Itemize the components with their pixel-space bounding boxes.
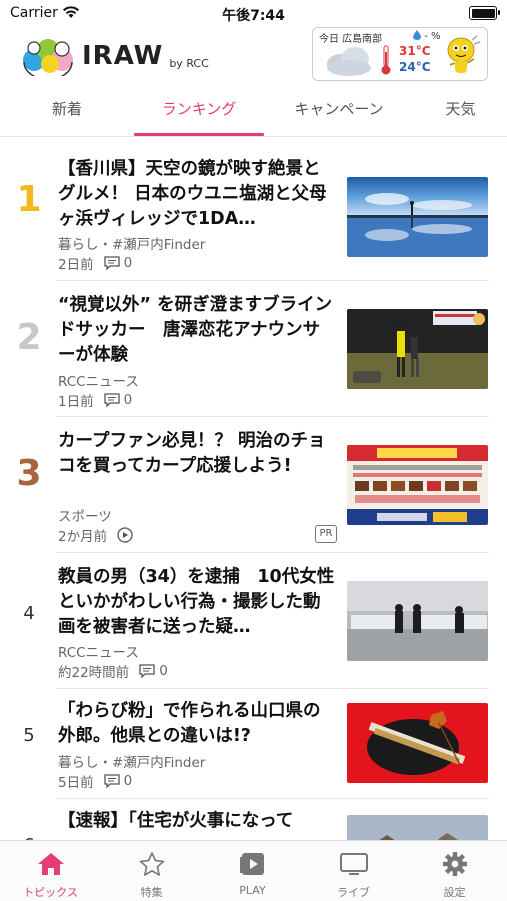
clock: 午後7:44 [222, 8, 285, 24]
article-meta: 約22時間前 0 [58, 661, 168, 681]
comment-count: 0 [159, 663, 168, 679]
battery-icon [469, 6, 500, 20]
play-icon [240, 853, 264, 875]
article-list[interactable]: 1 【香川県】天空の鏡が映す絶景とグルメ！ 日本のウユニ塩湖と父母ヶ浜ヴィレッジ… [0, 137, 507, 840]
tab-features[interactable]: 特集 [101, 841, 202, 901]
logo-text: IRAW [82, 41, 164, 71]
article-thumbnail [347, 309, 488, 389]
weather-rain-value: - % [424, 31, 441, 42]
article-item[interactable]: 5 「わらび粉」で作られる山口県の外郎。他県との違いは!? 暮らし・#瀬戸内Fi… [0, 689, 507, 799]
tab-label: 特集 [140, 886, 163, 899]
comment-icon [139, 664, 155, 678]
article-item[interactable]: 6 【速報】「住宅が火事になって [0, 799, 507, 840]
app-header: IRAW by RCC 今日 広島南部 - % 31°C 24°C [0, 27, 507, 86]
bottom-tab-bar: トピックス 特集 PLAY ライブ 設定 [0, 840, 507, 901]
category-tabs: 新着 ランキング キャンペーン 天気 [0, 86, 507, 137]
rank-number: 3 [16, 453, 42, 494]
tab-label: ライブ [337, 886, 370, 899]
weather-high-temp: 31°C [399, 44, 431, 58]
article-title: 「わらび粉」で作られる山口県の外郎。他県との違いは!? [58, 701, 321, 746]
mascot-icon [447, 35, 481, 73]
rank-number: 4 [23, 603, 35, 624]
article-item[interactable]: 1 【香川県】天空の鏡が映す絶景とグルメ！ 日本のウユニ塩湖と父母ヶ浜ヴィレッジ… [0, 137, 507, 281]
article-title: 【速報】「住宅が火事になって [58, 811, 294, 831]
rank-number: 1 [16, 179, 42, 220]
article-thumbnail [347, 177, 488, 257]
article-category: RCCニュース [58, 645, 139, 661]
tv-icon [340, 853, 368, 875]
comment-count: 0 [123, 773, 133, 789]
article-category: 暮らし・#瀬戸内Finder [58, 755, 206, 771]
article-title: カープファン必見！？ 明治のチョコを買ってカープ応援しよう! [58, 431, 326, 476]
article-meta: 2か月前 [58, 525, 137, 545]
tab-settings[interactable]: 設定 [404, 841, 505, 901]
article-meta: 2日前 0 [58, 253, 132, 273]
article-item[interactable]: 4 教員の男（34）を逮捕 10代女性といかがわしい行為・撮影した動画を被害者に… [0, 553, 507, 689]
article-time: 1日前 [58, 394, 94, 410]
article-category: スポーツ [58, 509, 112, 525]
gear-icon [443, 852, 467, 876]
article-category: RCCニュース [58, 374, 139, 390]
logo-by-rcc: by RCC [169, 56, 209, 70]
article-thumbnail [347, 815, 488, 840]
article-title: 【香川県】天空の鏡が映す絶景とグルメ！ 日本のウユニ塩湖と父母ヶ浜ヴィレッジで1… [58, 159, 327, 229]
tab-label: PLAY [239, 884, 266, 897]
tab-campaign[interactable]: キャンペーン [264, 86, 414, 134]
article-time: 2日前 [58, 257, 94, 273]
tab-topics[interactable]: トピックス [0, 841, 101, 901]
comment-count: 0 [123, 392, 133, 408]
article-item[interactable]: 3 カープファン必見！？ 明治のチョコを買ってカープ応援しよう! スポーツ 2か… [0, 417, 507, 553]
tab-live[interactable]: ライブ [303, 841, 404, 901]
comment-count: 0 [123, 255, 133, 271]
logo-mark-icon [23, 39, 73, 76]
article-thumbnail [347, 703, 488, 783]
article-title: “視覚以外” を研ぎ澄ますブラインドサッカー 唐澤恋花アナウンサーが体験 [58, 295, 333, 365]
weather-location: 今日 広島南部 [319, 34, 383, 45]
comment-icon [103, 256, 120, 270]
comment-icon [103, 393, 120, 407]
tab-weather[interactable]: 天気 [414, 86, 507, 134]
active-tab-indicator [134, 133, 264, 136]
comment-icon [103, 774, 120, 788]
rank-number: 2 [16, 317, 42, 358]
tab-label: 設定 [443, 886, 466, 899]
article-time: 約22時間前 [58, 665, 130, 681]
status-bar: Carrier 午後7:44 [0, 0, 507, 28]
tab-label: トピックス [23, 886, 78, 899]
raindrop-icon [413, 30, 421, 40]
article-meta: 1日前 0 [58, 390, 132, 410]
cloud-icon [327, 47, 371, 76]
weather-widget[interactable]: 今日 広島南部 - % 31°C 24°C [312, 27, 488, 81]
video-play-icon [117, 527, 133, 543]
article-category: 暮らし・#瀬戸内Finder [58, 237, 206, 253]
home-icon [38, 853, 64, 875]
tab-new[interactable]: 新着 [0, 86, 134, 134]
article-thumbnail [347, 581, 488, 661]
pr-badge: PR [315, 525, 337, 543]
article-title: 教員の男（34）を逮捕 10代女性といかがわしい行為・撮影した動画を被害者に送っ… [58, 567, 335, 637]
star-icon [139, 852, 165, 876]
tab-play[interactable]: PLAY [202, 841, 303, 901]
rank-number: 5 [23, 725, 35, 746]
tab-ranking[interactable]: ランキング [134, 86, 264, 134]
app-logo[interactable]: IRAW by RCC [20, 34, 209, 78]
weather-rain-chance: - % [413, 30, 440, 42]
article-thumbnail [347, 445, 488, 525]
thermometer-icon [381, 45, 391, 75]
article-time: 2か月前 [58, 529, 108, 545]
article-meta: 5日前 0 [58, 771, 132, 791]
article-item[interactable]: 2 “視覚以外” を研ぎ澄ますブラインドサッカー 唐澤恋花アナウンサーが体験 R… [0, 281, 507, 417]
article-time: 5日前 [58, 775, 94, 791]
weather-low-temp: 24°C [399, 60, 431, 74]
